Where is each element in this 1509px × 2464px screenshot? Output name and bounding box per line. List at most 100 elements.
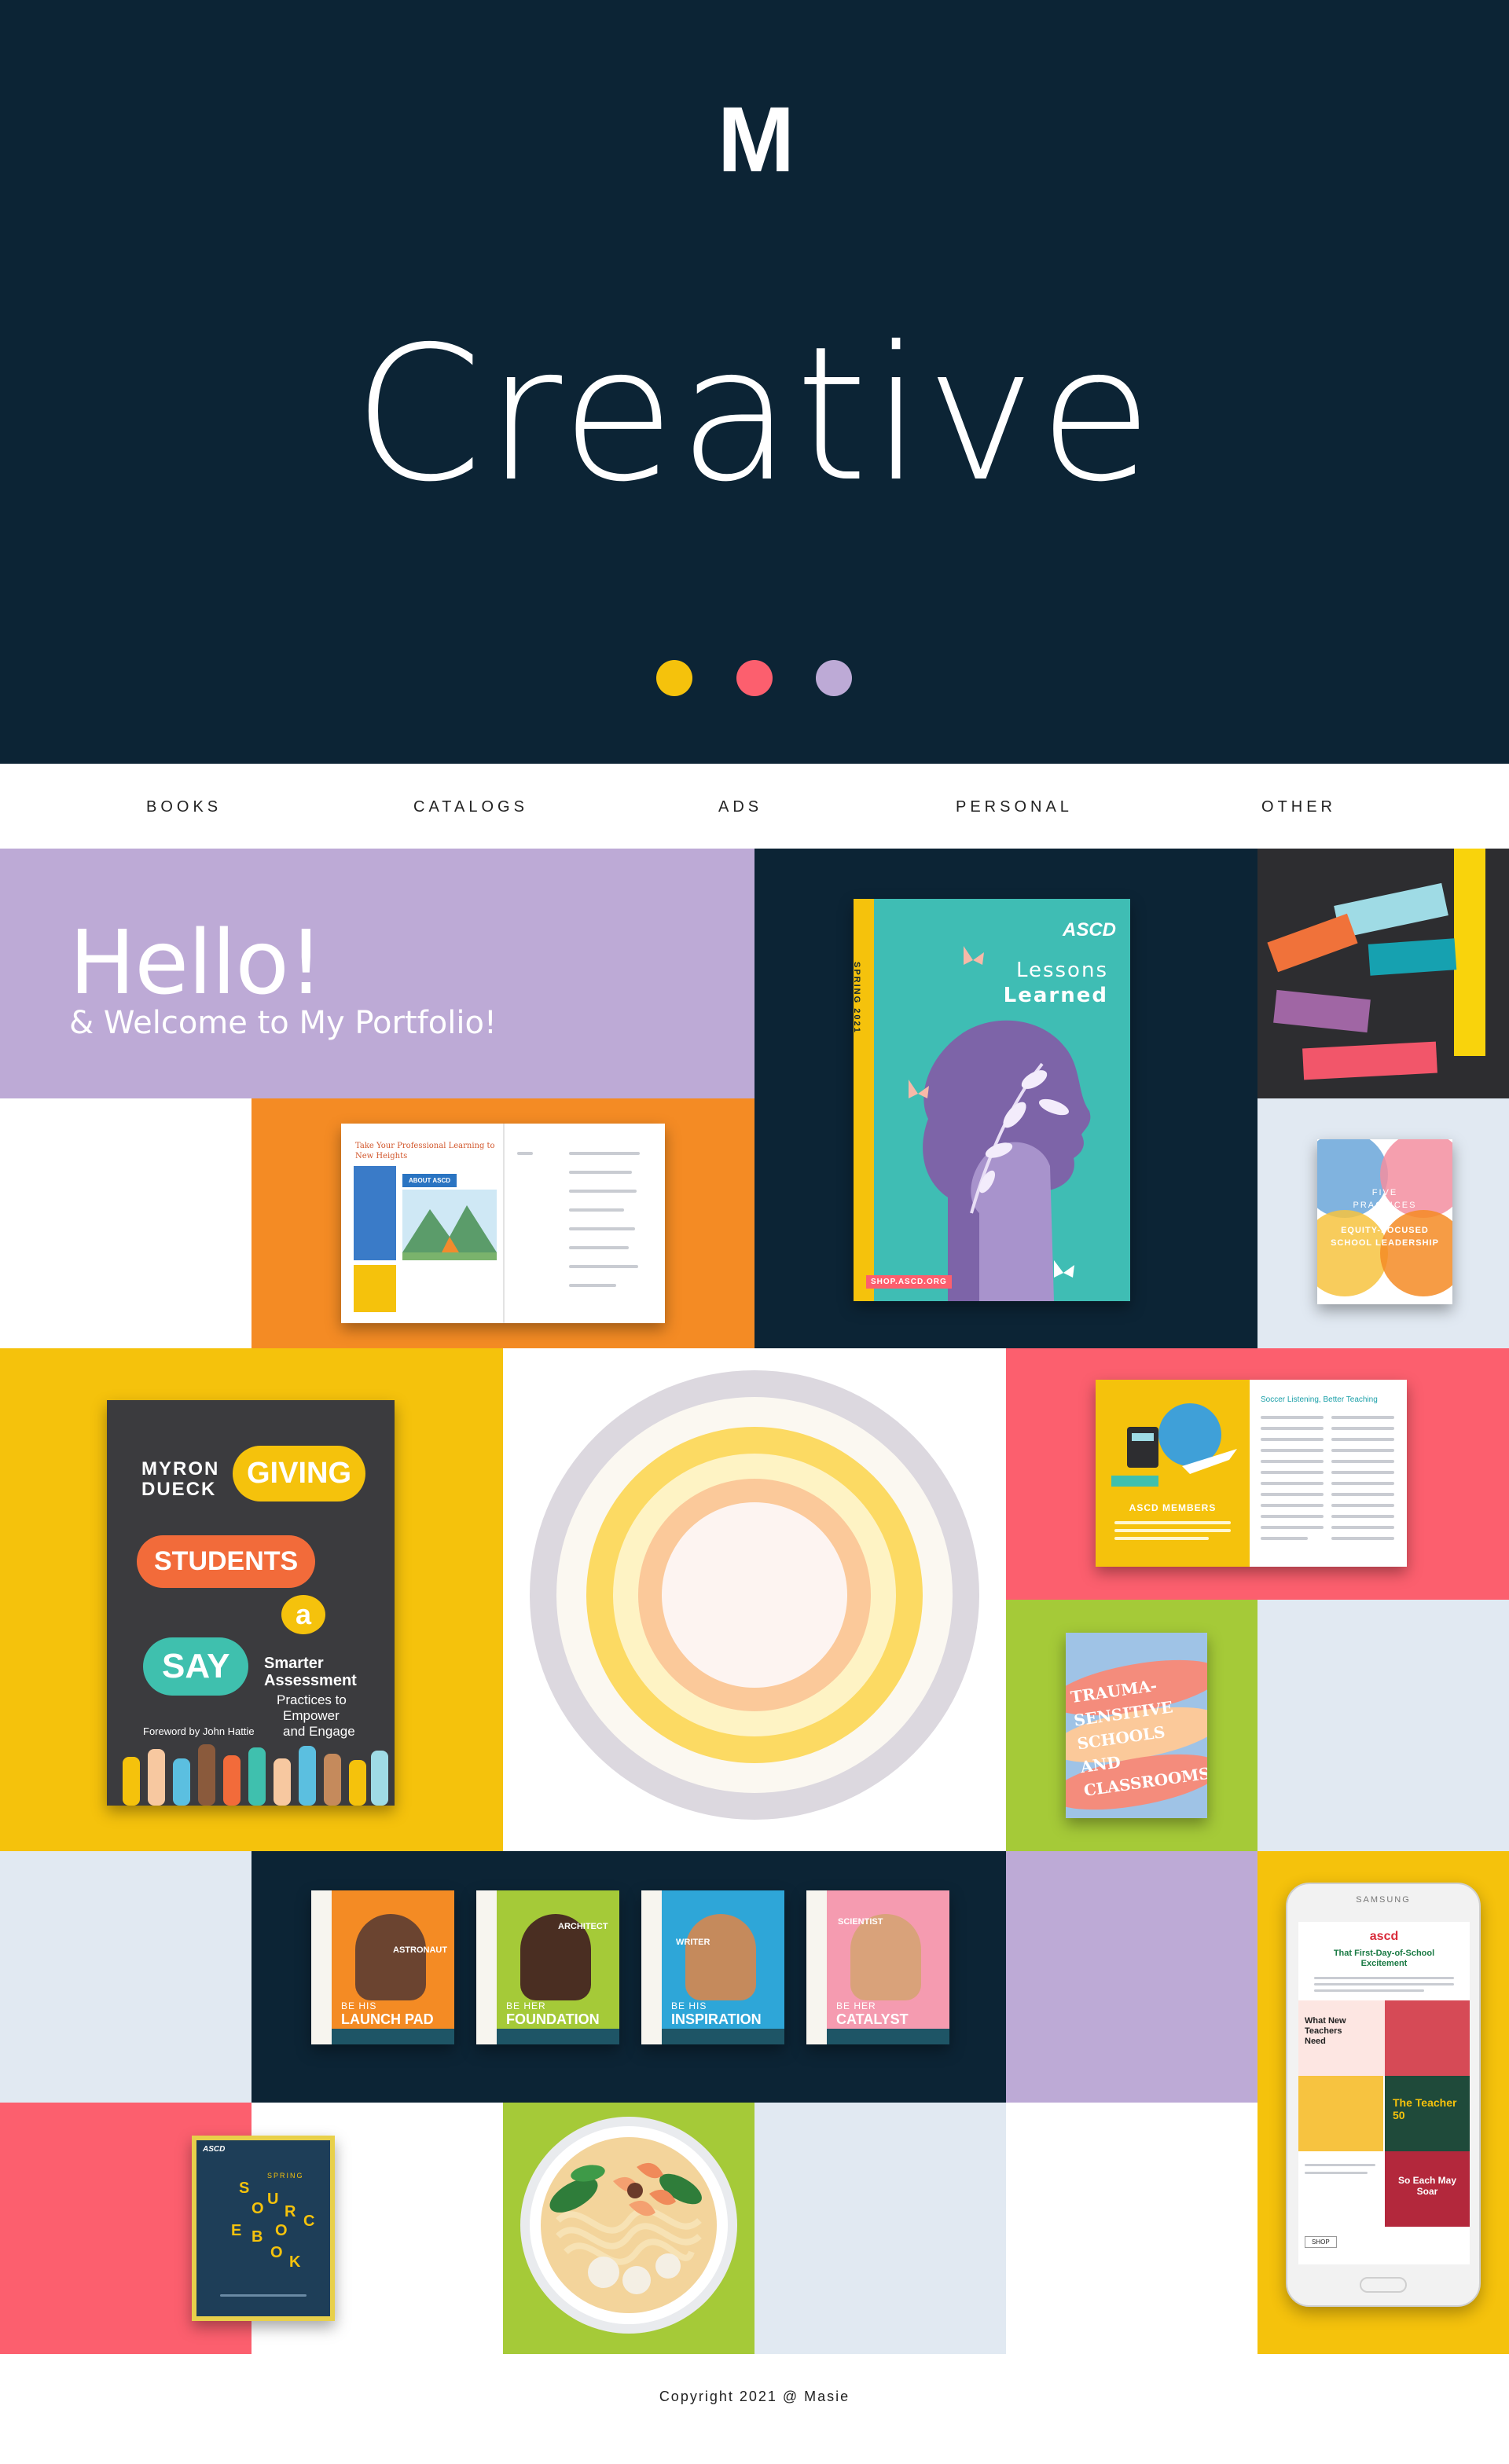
ad-text-line [1114, 1537, 1209, 1540]
ad-tag: BE HER [836, 2000, 876, 2011]
nav-item-ads[interactable]: ADS [718, 798, 762, 816]
shape-orange [1267, 913, 1358, 973]
article-title: Soccer Listening, Better Teaching [1261, 1395, 1378, 1404]
toc-line [517, 1152, 533, 1155]
hero-section: M Creative [0, 0, 1509, 764]
spread-left-panel [354, 1166, 396, 1260]
portfolio-tile-noodle-soup[interactable] [503, 2103, 754, 2354]
footer-copyright: Copyright 2021 @ Masie [659, 2389, 850, 2404]
subtitle-2: Assessment [264, 1672, 357, 1689]
portfolio-tile-phone-email[interactable]: SAMSUNG ascd That First-Day-of-School Ex… [1258, 1851, 1509, 2354]
intro-tile: Hello! & Welcome to My Portfolio! [0, 849, 754, 1098]
block2-text: The Teacher 50 [1393, 2096, 1457, 2121]
phone-screen: ascd That First-Day-of-School Excitement… [1298, 1922, 1470, 2264]
ad-label: ASCD MEMBERS [1129, 1502, 1217, 1513]
shape-purple [1273, 989, 1371, 1033]
article-line [1331, 1515, 1394, 1518]
circle-yellow [1317, 1210, 1388, 1296]
nav-item-other[interactable]: OTHER [1261, 798, 1336, 816]
ad-text-line [1114, 1521, 1231, 1524]
portfolio-tile-lessons-learned[interactable]: SPRING 2021 ASCD Lessons Learned SHOP.AS… [754, 849, 1258, 1348]
ad-role: WRITER [676, 1938, 710, 1947]
nav-item-catalogs[interactable]: CATALOGS [413, 798, 528, 816]
site-logo[interactable]: M [712, 94, 797, 186]
sourcebook-letter: S [239, 2180, 250, 2197]
toc-line [569, 1190, 637, 1193]
portfolio-tile-magazine-ad[interactable]: ASCD MEMBERS Soccer Listening, Better Te… [1006, 1348, 1509, 1600]
nav-item-books[interactable]: BOOKS [146, 798, 222, 816]
block2-photo [1298, 2076, 1383, 2151]
ad-tag: BE HER [506, 2000, 546, 2011]
toc-line [569, 1171, 632, 1174]
empty-tile-pale-blue [1258, 1600, 1509, 1851]
portfolio-tile-catalog-spread[interactable]: Take Your Professional Learning to New H… [252, 1098, 754, 1348]
block1-text: What New Teachers Need [1305, 2016, 1346, 2046]
email-text-line [1314, 1989, 1424, 1992]
portfolio-tile-trauma-sensitive[interactable]: TRAUMA-SENSITIVE SCHOOLS AND CLASSROOMS [1006, 1600, 1258, 1851]
article-line [1261, 1471, 1324, 1474]
bubble-say: SAY [143, 1637, 249, 1696]
cover-url: SHOP.ASCD.ORG [866, 1275, 952, 1289]
email-logo: ascd [1369, 1930, 1399, 1943]
concentric-circles-art [530, 1370, 979, 1820]
child-photo [850, 1914, 921, 2000]
empty-tile-pale-blue [0, 1851, 252, 2103]
ad-role: SCIENTIST [838, 1917, 883, 1927]
article-line [1331, 1438, 1394, 1441]
shape-teal [1368, 938, 1457, 976]
email-text-line [1314, 1977, 1454, 1979]
noodle-soup-photo [520, 2117, 737, 2334]
ad-tag: BE HIS [341, 2000, 377, 2011]
block1-photo [1385, 2000, 1470, 2076]
ad-footer [662, 2029, 784, 2044]
email-shop-button[interactable]: SHOP [1305, 2236, 1337, 2248]
sourcebook-letter: K [289, 2253, 301, 2271]
article-line [1261, 1438, 1324, 1441]
ad-role: ASTRONAUT [393, 1945, 448, 1955]
intro-subtitle: & Welcome to My Portfolio! [69, 1005, 497, 1041]
ad-word: CATALYST [836, 2011, 909, 2027]
cover-title-2: PRACTICES [1353, 1201, 1417, 1210]
ad-role: ARCHITECT [558, 1922, 608, 1931]
sourcebook-letter: O [275, 2222, 288, 2239]
article-line [1261, 1427, 1324, 1430]
ad-footer [332, 2029, 454, 2044]
giving-students-cover: MYRON DUECK GIVING STUDENTS a SAY Smarte… [107, 1400, 395, 1806]
article-line [1261, 1482, 1324, 1485]
spread-mountain-illustration [402, 1190, 497, 1260]
email-text-line [1305, 2164, 1375, 2166]
portfolio-tile-ad-series[interactable]: ASTRONAUT BE HIS LAUNCH PAD ARCHITECT BE… [252, 1851, 1006, 2103]
nav-item-personal[interactable]: PERSONAL [956, 798, 1073, 816]
child-photo [355, 1914, 426, 2000]
sourcebook-letter: B [252, 2228, 263, 2246]
article-line [1331, 1482, 1394, 1485]
empty-tile-pale-blue [754, 2103, 1006, 2354]
ad-mockup: WRITER BE HIS INSPIRATION [641, 1890, 784, 2044]
article-line [1261, 1493, 1324, 1496]
phone-home-button[interactable] [1360, 2277, 1407, 2293]
sourcebook-letter: R [285, 2203, 296, 2220]
spread-yellow-panel [354, 1265, 396, 1312]
article-line [1261, 1449, 1324, 1452]
portfolio-tile-giving-students[interactable]: MYRON DUECK GIVING STUDENTS a SAY Smarte… [0, 1348, 503, 1851]
portfolio-tile-circles[interactable] [503, 1348, 1006, 1851]
silhouette-illustration [909, 946, 1091, 1301]
spread-heading: Take Your Professional Learning to New H… [355, 1142, 495, 1160]
author-last: DUECK [141, 1479, 217, 1500]
hero-dot-coral [736, 660, 773, 696]
subtitle-3: Practices to [277, 1692, 347, 1707]
subtitle-1: Smarter [264, 1655, 324, 1672]
ad-mockup: ARCHITECT BE HER FOUNDATION [476, 1890, 619, 2044]
article-line [1331, 1493, 1394, 1496]
article-line [1331, 1537, 1394, 1540]
article-line [1261, 1504, 1324, 1507]
article-line [1261, 1526, 1324, 1529]
email-text-line [1305, 2172, 1368, 2174]
portfolio-tile-five-practices[interactable]: FIVE PRACTICES FOR EQUITY-FOCUSED SCHOOL… [1258, 1098, 1509, 1348]
sourcebook-letter: O [252, 2200, 264, 2217]
trauma-title: TRAUMA-SENSITIVE SCHOOLS AND CLASSROOMS [1069, 1675, 1207, 1800]
empty-tile-white [1006, 2103, 1258, 2354]
phone-brand: SAMSUNG [1356, 1895, 1411, 1905]
ad-word: INSPIRATION [671, 2011, 762, 2027]
portfolio-tile-abstract[interactable] [1258, 849, 1509, 1098]
